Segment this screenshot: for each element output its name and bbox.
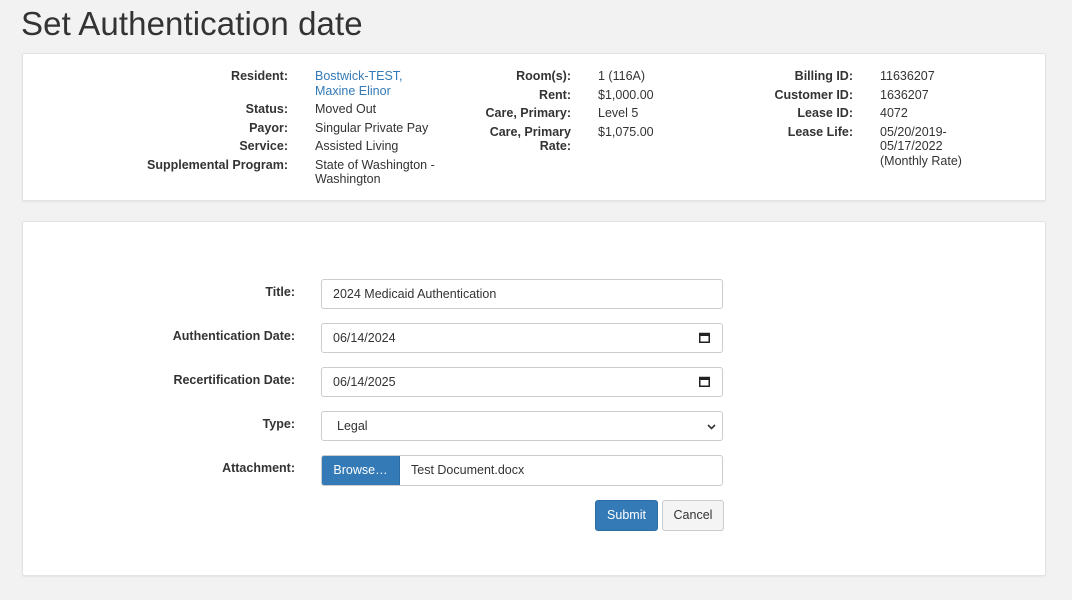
lease-id-row: Lease ID: 4072 (723, 106, 1023, 121)
service-label: Service: (239, 139, 288, 153)
title-label: Title: (265, 285, 295, 299)
resident-row: Resident: Bostwick-TEST, Maxine Elinor (23, 69, 443, 98)
payor-value: Singular Private Pay (315, 120, 429, 135)
authentication-date-label: Authentication Date: (172, 329, 295, 343)
lease-life-row: Lease Life: 05/20/2019-05/17/2022 (Month… (723, 125, 1023, 169)
title-form-row: Title: 2024 Medicaid Authentication (23, 279, 743, 310)
browse-button[interactable]: Browse… (322, 456, 400, 485)
type-label: Type: (262, 417, 295, 431)
attachment-label: Attachment: (222, 461, 295, 475)
rent-label: Rent: (539, 87, 571, 102)
attachment-file-name: Test Document.docx (411, 463, 525, 477)
lease-life-value: 05/20/2019-05/17/2022 (Monthly Rate) (880, 124, 962, 168)
care-primary-rate-label: Care, Primary Rate: (489, 124, 571, 154)
lease-life-label: Lease Life: (787, 124, 853, 139)
resident-summary-card: Resident: Bostwick-TEST, Maxine Elinor S… (22, 53, 1046, 201)
attachment-form-row: Attachment: Browse… Test Document.docx (23, 455, 743, 486)
type-selected-value: Legal (337, 419, 368, 433)
billing-id-label: Billing ID: (794, 69, 853, 83)
calendar-icon[interactable] (699, 332, 710, 343)
payor-label: Payor: (249, 120, 288, 135)
calendar-icon[interactable] (699, 376, 710, 387)
customer-id-value: 1636207 (880, 87, 929, 102)
authentication-date-value: 06/14/2024 (333, 331, 396, 345)
recertification-date-label: Recertification Date: (173, 373, 295, 387)
lease-id-label: Lease ID: (797, 106, 853, 120)
supplemental-program-label: Supplemental Program: (147, 157, 288, 172)
status-value: Moved Out (315, 102, 377, 116)
rent-value: $1,000.00 (598, 87, 654, 102)
rooms-label: Room(s): (516, 69, 571, 83)
cancel-button[interactable]: Cancel (662, 500, 724, 531)
resident-info-column-2: Room(s): 1 (116A) Rent: $1,000.00 Care, … (463, 69, 723, 158)
type-select[interactable]: Legal (321, 411, 723, 441)
service-row: Service: Assisted Living (23, 139, 443, 154)
type-form-row: Type: Legal (23, 411, 743, 442)
rooms-value: 1 (116A) (598, 69, 646, 83)
rent-row: Rent: $1,000.00 (463, 88, 723, 103)
authentication-date-form-row: Authentication Date: 06/14/2024 (23, 323, 743, 354)
recertification-date-form-row: Recertification Date: 06/14/2025 (23, 367, 743, 398)
status-label: Status: (245, 102, 288, 116)
supplemental-program-row: Supplemental Program: State of Washingto… (23, 158, 443, 187)
authentication-date-input[interactable]: 06/14/2024 (321, 323, 723, 353)
page-title: Set Authentication date (21, 5, 363, 42)
resident-info-column-1: Resident: Bostwick-TEST, Maxine Elinor S… (23, 69, 443, 191)
care-primary-value: Level 5 (598, 106, 639, 120)
care-primary-rate-row: Care, Primary Rate: $1,075.00 (463, 125, 723, 154)
rooms-row: Room(s): 1 (116A) (463, 69, 723, 84)
status-row: Status: Moved Out (23, 102, 443, 117)
resident-label: Resident: (231, 69, 288, 83)
submit-button[interactable]: Submit (595, 500, 658, 531)
attachment-file-input[interactable]: Browse… Test Document.docx (321, 455, 723, 486)
billing-id-row: Billing ID: 11636207 (723, 69, 1023, 84)
recertification-date-value: 06/14/2025 (333, 375, 396, 389)
recertification-date-input[interactable]: 06/14/2025 (321, 367, 723, 397)
resident-name-link[interactable]: Bostwick-TEST, Maxine Elinor (315, 69, 403, 98)
payor-row: Payor: Singular Private Pay (23, 121, 443, 136)
lease-id-value: 4072 (880, 106, 908, 120)
care-primary-label: Care, Primary: (485, 106, 571, 120)
care-primary-row: Care, Primary: Level 5 (463, 106, 723, 121)
chevron-down-icon (707, 424, 716, 430)
supplemental-program-value: State of Washington - Washington (315, 157, 435, 187)
customer-id-label: Customer ID: (774, 87, 853, 102)
title-input[interactable]: 2024 Medicaid Authentication (321, 279, 723, 309)
customer-id-row: Customer ID: 1636207 (723, 88, 1023, 103)
care-primary-rate-value: $1,075.00 (598, 124, 654, 139)
authentication-form-card: Title: 2024 Medicaid Authentication Auth… (22, 221, 1046, 576)
resident-info-column-3: Billing ID: 11636207 Customer ID: 163620… (723, 69, 1023, 172)
billing-id-value: 11636207 (880, 69, 935, 83)
service-value: Assisted Living (315, 139, 399, 153)
